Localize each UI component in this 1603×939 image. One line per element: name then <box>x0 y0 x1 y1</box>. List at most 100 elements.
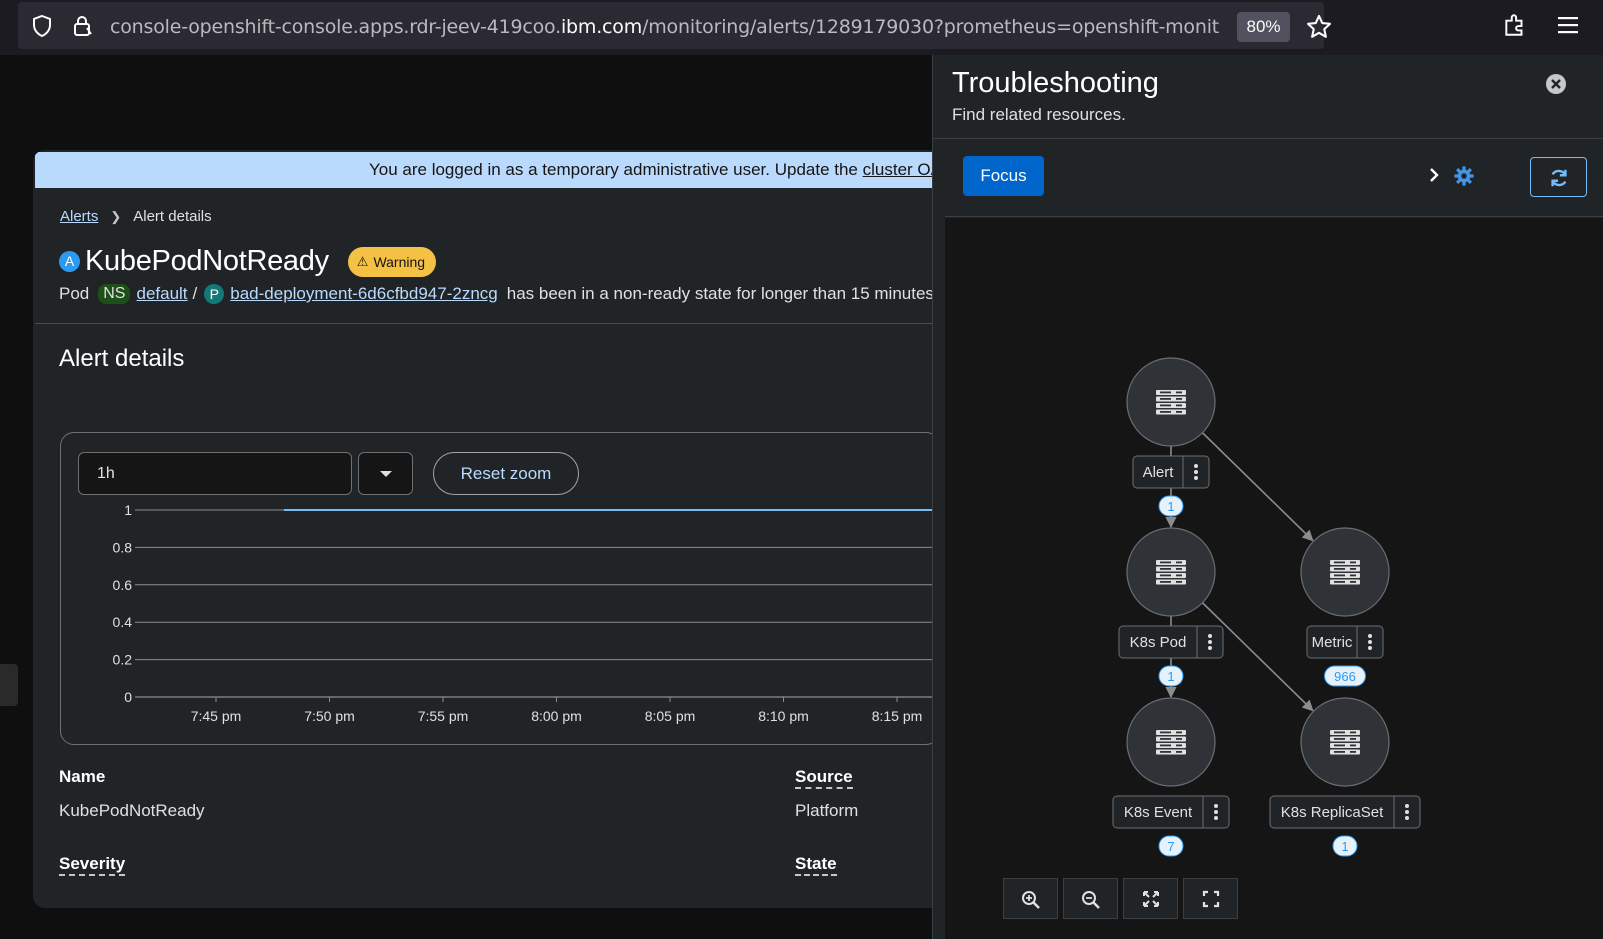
kebab-menu-icon[interactable] <box>1194 464 1198 480</box>
page-title: KubePodNotReady <box>85 245 329 277</box>
fit-to-screen-button[interactable] <box>1123 878 1178 919</box>
kebab-menu-icon[interactable] <box>1208 634 1212 650</box>
topology-graph-canvas[interactable]: Alert 1 K8s Pod 1 Metric 966 K8s Event 7 K8s Rep… <box>945 218 1603 939</box>
reset-view-button[interactable] <box>1183 878 1238 919</box>
breadcrumb: Alerts ❯ Alert details <box>60 208 212 225</box>
zoom-out-button[interactable] <box>1063 878 1118 919</box>
kebab-menu-icon[interactable] <box>1214 804 1218 820</box>
drawer-subtitle: Find related resources. <box>952 105 1126 124</box>
node-label: K8s Pod <box>1130 634 1187 651</box>
graph-node[interactable]: K8s Event 7 <box>1112 697 1230 857</box>
chevron-right-icon: ❯ <box>110 209 122 224</box>
x-tick-label: 7:55 pm <box>418 708 469 724</box>
alert-type-badge: A <box>59 251 80 272</box>
pod-link[interactable]: bad-deployment-6d6cfbd947-2zncg <box>230 284 497 304</box>
close-icon[interactable] <box>1545 73 1567 95</box>
warning-icon: ⚠ <box>356 253 369 269</box>
lock-icon[interactable] <box>70 14 94 38</box>
node-count: 7 <box>1167 839 1174 854</box>
node-count: 1 <box>1167 499 1174 514</box>
x-tick-label: 8:10 pm <box>758 708 809 724</box>
alert-description: Pod NS default / P bad-deployment-6d6cfb… <box>59 284 932 304</box>
severity-badge-label: Warning <box>373 253 426 270</box>
star-icon[interactable] <box>1305 13 1333 41</box>
x-tick-label: 8:15 pm <box>872 708 923 724</box>
cluster-oauth-link[interactable]: cluster OA <box>863 160 932 179</box>
node-count: 1 <box>1341 839 1348 854</box>
node-circle <box>1300 527 1390 617</box>
browser-toolbar: console-openshift-console.apps.rdr-jeev-… <box>0 0 1603 55</box>
breadcrumb-alerts-link[interactable]: Alerts <box>60 208 98 225</box>
node-circle <box>1126 527 1216 617</box>
y-tick-label: 0 <box>124 689 132 705</box>
drawer-title: Troubleshooting <box>952 67 1159 99</box>
fullscreen-icon <box>1202 890 1220 908</box>
node-circle <box>1300 697 1390 787</box>
x-tick-label: 8:05 pm <box>645 708 696 724</box>
troubleshooting-drawer: Troubleshooting Find related resources. … <box>932 55 1603 939</box>
desc-prefix: Pod <box>59 284 90 303</box>
caret-down-icon <box>380 471 392 477</box>
node-label: K8s ReplicaSet <box>1281 804 1384 821</box>
breadcrumb-current: Alert details <box>133 208 212 225</box>
time-range-dropdown[interactable] <box>358 452 413 495</box>
node-count: 1 <box>1167 669 1174 684</box>
namespace-link[interactable]: default <box>136 284 187 304</box>
y-tick-label: 0.4 <box>113 614 133 630</box>
desc-slash: / <box>192 284 198 303</box>
zoom-level[interactable]: 80% <box>1237 12 1290 42</box>
name-value: KubePodNotReady <box>59 801 205 820</box>
desc-suffix: has been in a non-ready state for longer… <box>506 284 932 303</box>
time-range-input[interactable]: 1h <box>78 452 352 495</box>
zoom-in-button[interactable] <box>1003 878 1058 919</box>
banner-text: You are logged in as a temporary adminis… <box>369 160 863 179</box>
y-tick-label: 0.6 <box>113 577 133 593</box>
page-title-row: A KubePodNotReady ⚠ Warning <box>59 245 437 278</box>
topology-graph[interactable]: Alert 1 K8s Pod 1 Metric 966 K8s Event 7 K8s Rep… <box>945 218 1603 939</box>
extensions-icon[interactable] <box>1502 12 1528 38</box>
zoom-in-icon <box>1022 891 1040 909</box>
temp-admin-banner: You are logged in as a temporary adminis… <box>35 152 932 188</box>
troubleshooting-toolbar: Focus <box>945 139 1603 217</box>
severity-label[interactable]: Severity <box>59 854 126 876</box>
kebab-menu-icon[interactable] <box>1368 634 1372 650</box>
refresh-icon <box>1551 169 1567 187</box>
severity-badge: ⚠ Warning <box>347 246 437 277</box>
kebab-menu-icon[interactable] <box>1405 804 1409 820</box>
source-label[interactable]: Source <box>795 767 853 789</box>
node-label: K8s Event <box>1124 804 1193 821</box>
url-bar[interactable]: console-openshift-console.apps.rdr-jeev-… <box>18 2 1332 49</box>
expand-arrows-icon <box>1143 891 1159 907</box>
graph-node[interactable]: Metric 966 <box>1300 527 1390 687</box>
node-circle <box>1126 357 1216 447</box>
zoom-out-icon <box>1082 891 1100 909</box>
y-tick-label: 0.2 <box>113 652 133 668</box>
name-label: Name <box>59 767 106 786</box>
x-tick-label: 7:50 pm <box>304 708 355 724</box>
state-label[interactable]: State <box>795 854 837 876</box>
graph-node[interactable]: K8s ReplicaSet 1 <box>1269 697 1421 857</box>
node-label: Alert <box>1143 464 1175 481</box>
source-value: Platform <box>795 801 859 820</box>
focus-button[interactable]: Focus <box>963 156 1044 196</box>
refresh-button[interactable] <box>1530 157 1587 197</box>
y-tick-label: 1 <box>124 502 132 518</box>
y-tick-label: 0.8 <box>113 539 133 555</box>
node-count: 966 <box>1334 669 1356 684</box>
x-tick-label: 8:00 pm <box>531 708 582 724</box>
sidebar-toggle[interactable] <box>0 664 18 706</box>
gear-icon[interactable] <box>1453 165 1475 187</box>
shield-icon[interactable] <box>30 14 54 38</box>
node-label: Metric <box>1312 634 1353 651</box>
alert-details-card: You are logged in as a temporary adminis… <box>33 150 932 908</box>
url-text[interactable]: console-openshift-console.apps.rdr-jeev-… <box>110 16 1230 38</box>
metrics-chart-card: 1h Reset zoom 1 0.8 0.6 0.4 0.2 0 7:45 pm 7:50 … <box>60 432 932 745</box>
section-divider <box>35 323 932 324</box>
pod-badge: P <box>204 284 225 304</box>
hamburger-menu-icon[interactable] <box>1556 14 1580 36</box>
reset-zoom-button[interactable]: Reset zoom <box>433 452 579 495</box>
metrics-line-chart[interactable]: 1 0.8 0.6 0.4 0.2 0 7:45 pm 7:50 pm 7:55 pm 8:00 … <box>61 495 932 745</box>
x-tick-label: 7:45 pm <box>191 708 242 724</box>
graph-edge <box>1201 432 1314 542</box>
chevron-right-icon[interactable] <box>1425 166 1443 184</box>
